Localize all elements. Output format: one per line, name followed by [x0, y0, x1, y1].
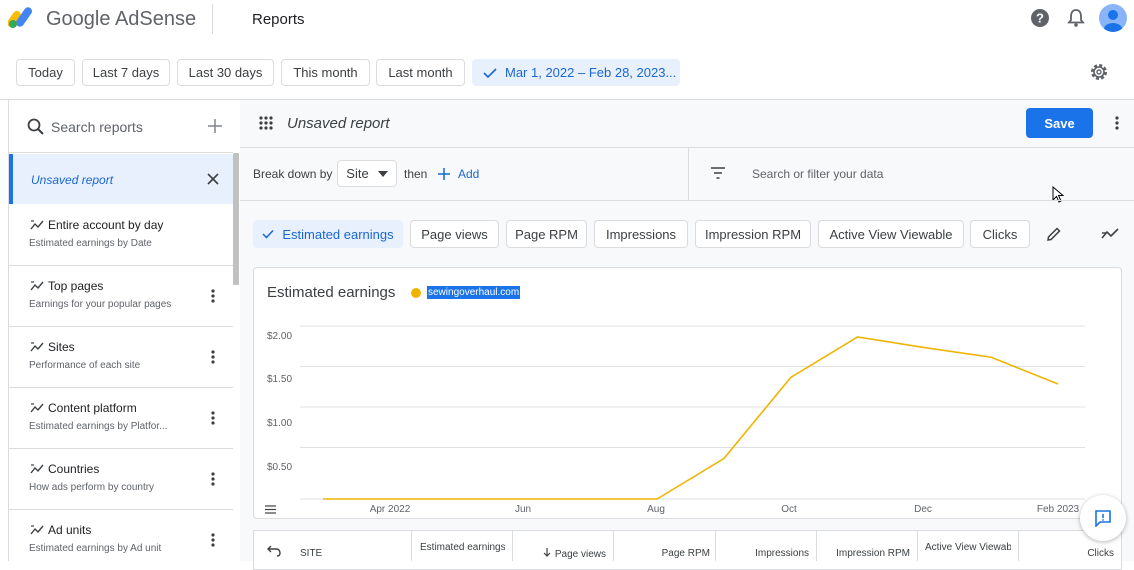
column-header-label: Page views	[555, 549, 606, 560]
x-tick-label: Dec	[914, 504, 932, 515]
divider	[411, 531, 412, 561]
x-tick-label: Aug	[647, 504, 665, 515]
divider	[512, 531, 513, 561]
column-header-page-rpm[interactable]: Page RPM	[620, 548, 710, 559]
divider	[1018, 531, 1019, 561]
x-tick-label: Apr 2022	[370, 504, 411, 515]
y-tick-label: $0.50	[267, 462, 292, 473]
x-tick-label: Feb 2023	[1037, 504, 1079, 515]
y-tick-label: $1.00	[267, 418, 292, 429]
feedback-button[interactable]	[1080, 495, 1126, 541]
x-tick-label: Oct	[781, 504, 797, 515]
undo-arrow-icon[interactable]	[267, 545, 281, 557]
y-tick-label: $1.50	[267, 374, 292, 385]
earnings-line-chart	[0, 0, 1134, 561]
divider	[816, 531, 817, 561]
divider	[715, 531, 716, 561]
column-header-clicks[interactable]: Clicks	[1030, 548, 1114, 559]
data-table-toggle-icon[interactable]	[265, 505, 276, 514]
sort-down-arrow-icon	[543, 548, 551, 557]
column-header-site[interactable]: SITE	[300, 548, 322, 559]
column-header-estimated-earnings[interactable]: Estimated earnings ($)	[420, 542, 505, 552]
divider	[917, 531, 918, 561]
feedback-icon	[1094, 509, 1112, 527]
x-tick-label: Jun	[515, 504, 531, 515]
y-tick-label: $2.00	[267, 331, 292, 342]
divider	[613, 531, 614, 561]
column-header-impression-rpm[interactable]: Impression RPM	[820, 548, 910, 559]
column-header-page-views[interactable]: Page views	[520, 548, 606, 560]
column-header-active-view-viewable[interactable]: Active View Viewable	[925, 542, 1011, 552]
column-header-impressions[interactable]: Impressions	[720, 548, 809, 559]
series-line-0	[323, 337, 1058, 499]
